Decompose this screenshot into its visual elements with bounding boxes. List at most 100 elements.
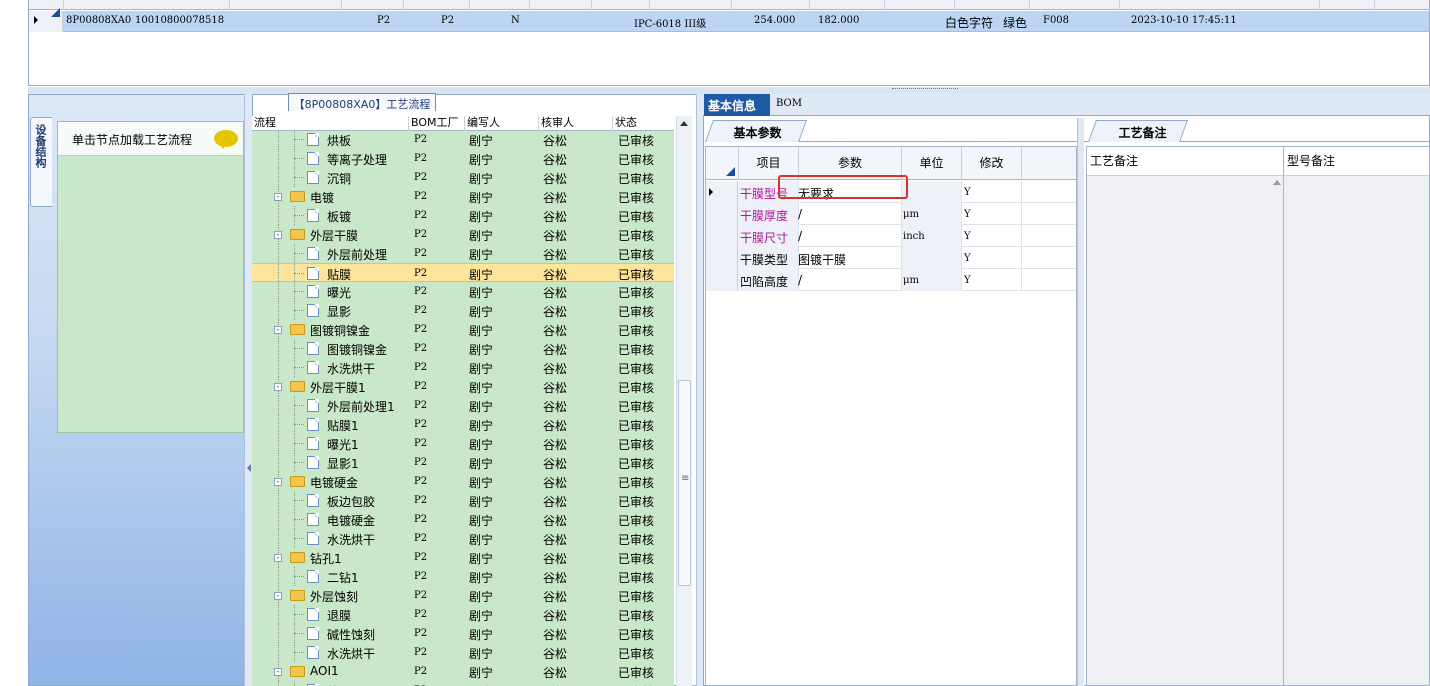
param-value[interactable]: / (798, 229, 802, 243)
tree-node-row[interactable]: 退膜 P2 剧宁 谷松 已审核 (252, 605, 674, 624)
speech-bubble-icon[interactable] (214, 130, 238, 149)
params-corner (706, 147, 738, 180)
middle-splitter[interactable] (696, 94, 703, 686)
col-bom-factory[interactable]: BOM工厂 (408, 116, 464, 131)
tree-node-row[interactable]: 水洗烘干 P2 剧宁 谷松 已审核 (252, 643, 674, 662)
param-row[interactable]: 干膜厚度 / μm Y (706, 203, 1076, 225)
tree-node-row[interactable]: 外层前处理1 P2 剧宁 谷松 已审核 (252, 396, 674, 415)
col-reviewer[interactable]: 核审人 (538, 116, 612, 131)
tree-cell-reviewer: 谷松 (543, 305, 568, 319)
tree-connector (278, 681, 279, 686)
tree-folder-row[interactable]: - 图镀铜镍金 P2 剧宁 谷松 已审核 (252, 320, 674, 339)
collapse-node-icon[interactable]: - (274, 231, 282, 239)
tab-equipment-structure[interactable]: 设备结构 (30, 117, 52, 207)
row-selector[interactable] (706, 181, 738, 203)
process-remark-area[interactable]: 工艺备注 (1086, 146, 1284, 686)
collapse-node-icon[interactable]: - (274, 554, 282, 562)
params-grid: 项目 参数 单位 修改 干膜型号 无要求 Y 干膜厚度 / μm Y 干膜尺寸 / inch Y 干膜… (705, 146, 1077, 686)
scroll-up-icon[interactable] (1273, 180, 1281, 185)
tree-connector (294, 158, 304, 159)
load-flow-header[interactable]: 单击节点加载工艺流程 (58, 122, 243, 156)
tree-node-row[interactable]: 贴膜1 P2 剧宁 谷松 已审核 (252, 415, 674, 434)
tree-node-row[interactable]: 显影 P2 剧宁 谷松 已审核 (252, 301, 674, 320)
tree-node-row[interactable]: 板边包胶 P2 剧宁 谷松 已审核 (252, 491, 674, 510)
tree-folder-row[interactable]: - 外层蚀刻 P2 剧宁 谷松 已审核 (252, 586, 674, 605)
tree-node-row[interactable]: 二钻1 P2 剧宁 谷松 已审核 (252, 567, 674, 586)
col-status[interactable]: 状态 (612, 116, 674, 131)
horizontal-splitter[interactable] (28, 87, 1430, 94)
tab-bom[interactable]: BOM (776, 98, 802, 109)
tree-folder-row[interactable]: - 电镀硬金 P2 剧宁 谷松 已审核 (252, 472, 674, 491)
tree-node-row[interactable]: 沉铜 P2 剧宁 谷松 已审核 (252, 168, 674, 187)
col-unit[interactable]: 单位 (901, 147, 961, 180)
col-writer[interactable]: 编写人 (464, 116, 538, 131)
scroll-up-icon[interactable] (680, 121, 688, 126)
tree-node-row[interactable]: 贴膜 P2 剧宁 谷松 已审核 (252, 263, 674, 283)
tree-cell-factory: P2 (414, 438, 428, 449)
tree-node-row[interactable]: 电镀硬金 P2 剧宁 谷松 已审核 (252, 510, 674, 529)
tree-node-row[interactable]: 水洗烘干 P2 剧宁 谷松 已审核 (252, 358, 674, 377)
row-selector[interactable] (706, 225, 738, 247)
tree-cell-writer: 剧宁 (469, 457, 494, 471)
tree-node-row[interactable]: 外层AOI1P2剧宁谷松已审核 (252, 681, 674, 686)
tree-node-row[interactable]: 曝光 P2 剧宁 谷松 已审核 (252, 282, 674, 301)
tree-node-row[interactable]: 板镀 P2 剧宁 谷松 已审核 (252, 206, 674, 225)
tree-node-name: 水洗烘干 (327, 362, 376, 376)
param-row[interactable]: 凹陷高度 / μm Y (706, 269, 1076, 291)
right-splitter[interactable] (1077, 118, 1084, 686)
tab-process-remark[interactable]: 工艺备注 (1087, 120, 1189, 142)
row-selector[interactable] (29, 8, 63, 32)
tree-folder-row[interactable]: - 钻孔1 P2 剧宁 谷松 已审核 (252, 548, 674, 567)
param-row[interactable]: 干膜尺寸 / inch Y (706, 225, 1076, 247)
row-selector[interactable] (706, 247, 738, 269)
collapse-node-icon[interactable]: - (274, 478, 282, 486)
tree-node-row[interactable]: 外层前处理 P2 剧宁 谷松 已审核 (252, 244, 674, 263)
tree-node-row[interactable]: 曝光1 P2 剧宁 谷松 已审核 (252, 434, 674, 453)
tree-node-row[interactable]: 碱性蚀刻 P2 剧宁 谷松 已审核 (252, 624, 674, 643)
collapse-left-icon[interactable] (247, 464, 251, 472)
tree-connector (294, 538, 304, 539)
cell-f3: N (511, 15, 520, 26)
param-row[interactable]: 干膜类型 图镀干膜 Y (706, 247, 1076, 269)
tree-folder-row[interactable]: - 外层干膜1 P2 剧宁 谷松 已审核 (252, 377, 674, 396)
tree-node-name: 外层干膜 (310, 229, 359, 243)
tab-basic-info[interactable]: 基本信息 (704, 94, 770, 116)
collapse-node-icon[interactable]: - (274, 383, 282, 391)
tree-node-row[interactable]: 等离子处理 P2 剧宁 谷松 已审核 (252, 149, 674, 168)
left-splitter[interactable] (244, 94, 252, 686)
row-selector[interactable] (706, 203, 738, 225)
tree-node-name: 曝光1 (327, 438, 359, 452)
tree-folder-row[interactable]: - AOI1 P2 剧宁 谷松 已审核 (252, 662, 674, 681)
collapse-node-icon[interactable]: - (274, 668, 282, 676)
tree-node-row[interactable]: 水洗烘干 P2 剧宁 谷松 已审核 (252, 529, 674, 548)
param-value[interactable]: 图镀干膜 (798, 251, 846, 268)
load-flow-panel[interactable]: 单击节点加载工艺流程 (57, 121, 244, 433)
tree-connector (278, 453, 279, 472)
top-grid-selected-row[interactable]: 8P00808XA0 10010800078518 P2 P2 N IPC-60… (29, 8, 1429, 32)
tree-folder-row[interactable]: - 电镀 P2 剧宁 谷松 已审核 (252, 187, 674, 206)
tree-cell-writer: 剧宁 (469, 609, 494, 623)
tree-cell-reviewer: 谷松 (543, 343, 568, 357)
tree-node-row[interactable]: 图镀铜镍金 P2 剧宁 谷松 已审核 (252, 339, 674, 358)
param-value[interactable]: / (798, 207, 802, 221)
row-selector[interactable] (706, 269, 738, 291)
tree-cell-reviewer: 谷松 (543, 571, 568, 585)
tree-cell-status: 已审核 (618, 628, 655, 642)
tree-node-row[interactable]: 烘板 P2 剧宁 谷松 已审核 (252, 130, 674, 149)
col-flow[interactable]: 流程 (252, 116, 408, 131)
tree-cell-reviewer: 谷松 (543, 590, 568, 604)
collapse-node-icon[interactable]: - (274, 326, 282, 334)
tree-connector (278, 415, 279, 434)
collapse-node-icon[interactable]: - (274, 193, 282, 201)
scroll-thumb[interactable] (678, 380, 691, 586)
tree-scrollbar[interactable] (676, 116, 692, 686)
document-icon (307, 627, 319, 640)
collapse-node-icon[interactable]: - (274, 592, 282, 600)
tab-basic-params[interactable]: 基本参数 (704, 120, 808, 142)
tree-node-row[interactable]: 显影1 P2 剧宁 谷松 已审核 (252, 453, 674, 472)
param-value[interactable]: / (798, 273, 802, 287)
model-remark-area[interactable]: 型号备注 (1284, 146, 1430, 686)
tree-folder-row[interactable]: - 外层干膜 P2 剧宁 谷松 已审核 (252, 225, 674, 244)
tree-connector (294, 424, 304, 425)
col-modified[interactable]: 修改 (961, 147, 1021, 180)
